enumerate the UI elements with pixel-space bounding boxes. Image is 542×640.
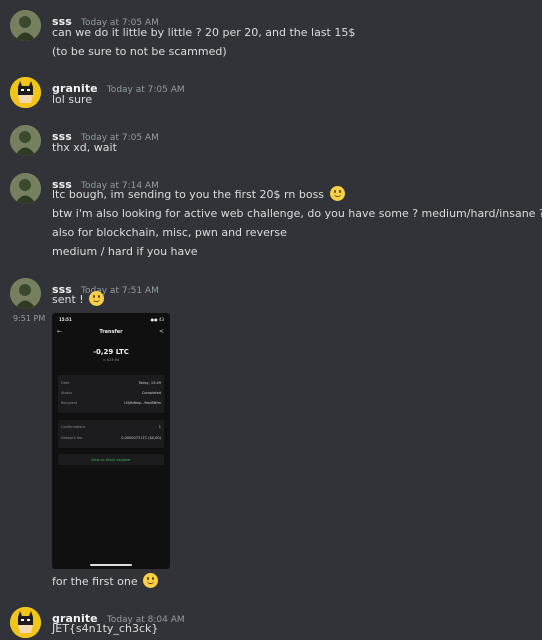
phone-row: Network fee 0,0000073 LTC ($0,00) — [61, 436, 161, 440]
smile-emoji-icon[interactable] — [143, 573, 159, 588]
message-text: lol sure — [52, 93, 93, 106]
message-text: btw i'm also looking for active web chal… — [52, 207, 542, 220]
phone-row-label: Network fee — [61, 436, 83, 440]
message-header: sss Today at 7:05 AM — [52, 10, 159, 28]
message-text: ltc bough, im sending to you the first 2… — [52, 186, 345, 203]
phone-row-label: Date — [61, 381, 70, 385]
phone-row-label: Status — [61, 391, 73, 395]
phone-row: Status Completed — [61, 391, 161, 395]
phone-row-label: Confirmations — [61, 425, 86, 429]
chat-log: sss Today at 7:05 AM can we do it little… — [0, 0, 542, 640]
message-text-content: for the first one — [52, 575, 138, 588]
phone-row-value: Today, 15:49 — [138, 381, 161, 385]
avatar[interactable] — [10, 607, 41, 638]
phone-home-indicator — [90, 564, 132, 566]
phone-row: Confirmations 1 — [61, 425, 161, 429]
avatar[interactable] — [10, 10, 41, 41]
phone-row-value: 1 — [158, 425, 161, 429]
phone-row: Recipient LNj9zNep...9wd8Nfm — [61, 401, 161, 405]
avatar[interactable] — [10, 173, 41, 204]
avatar-sss-icon — [10, 10, 41, 41]
smile-emoji-icon[interactable] — [89, 291, 105, 306]
message-text: can we do it little by little ? 20 per 2… — [52, 26, 356, 39]
avatar-batman-icon — [10, 607, 41, 638]
smile-emoji-icon[interactable] — [329, 186, 345, 201]
avatar[interactable] — [10, 278, 41, 309]
share-icon: < — [158, 328, 164, 335]
avatar[interactable] — [10, 125, 41, 156]
hover-timestamp: 9:51 PM — [13, 314, 46, 323]
avatar-sss-icon — [10, 125, 41, 156]
message-text: also for blockchain, misc, pwn and rever… — [52, 226, 287, 239]
message-text: for the first one — [52, 573, 159, 590]
phone-row-label: Recipient — [61, 401, 78, 405]
avatar[interactable] — [10, 77, 41, 108]
phone-row-value: Completed — [141, 391, 161, 395]
timestamp: Today at 7:05 AM — [106, 85, 185, 95]
phone-row-value: LNj9zNep...9wd8Nfm — [124, 401, 161, 405]
phone-amount-sub: ≈ $15,94 — [102, 358, 120, 362]
phone-fee-card: Confirmations 1 Network fee 0,0000073 LT… — [58, 420, 164, 448]
message-text: thx xd, wait — [52, 141, 117, 154]
message-header: granite Today at 7:05 AM — [52, 77, 185, 95]
phone-row: Date Today, 15:49 — [61, 381, 161, 385]
message-text: medium / hard if you have — [52, 245, 198, 258]
phone-status-time: 15:51 — [59, 317, 72, 322]
avatar-sss-icon — [10, 173, 41, 204]
phone-title: Transfer — [99, 329, 123, 335]
message-header: sss Today at 7:05 AM — [52, 125, 159, 143]
message-text: JET{s4n1ty_ch3ck} — [52, 622, 159, 635]
phone-amount: -0,29 LTC — [93, 348, 129, 356]
message-text: (to be sure to not be scammed) — [52, 45, 227, 58]
block-explorer-link: View on block explorer — [91, 458, 131, 462]
phone-status-icons: ●● 43 — [150, 317, 164, 322]
phone-details-card: Date Today, 15:49 Status Completed Recip… — [58, 375, 164, 413]
avatar-sss-icon — [10, 278, 41, 309]
message-text-content: sent ! — [52, 293, 84, 306]
message-text-content: ltc bough, im sending to you the first 2… — [52, 188, 325, 201]
avatar-batman-icon — [10, 77, 41, 108]
phone-row-value: 0,0000073 LTC ($0,00) — [121, 436, 161, 440]
image-attachment[interactable]: 15:51 ●● 43 ← Transfer < -0,29 LTC ≈ $15… — [52, 313, 170, 569]
message-text: sent ! — [52, 291, 105, 308]
